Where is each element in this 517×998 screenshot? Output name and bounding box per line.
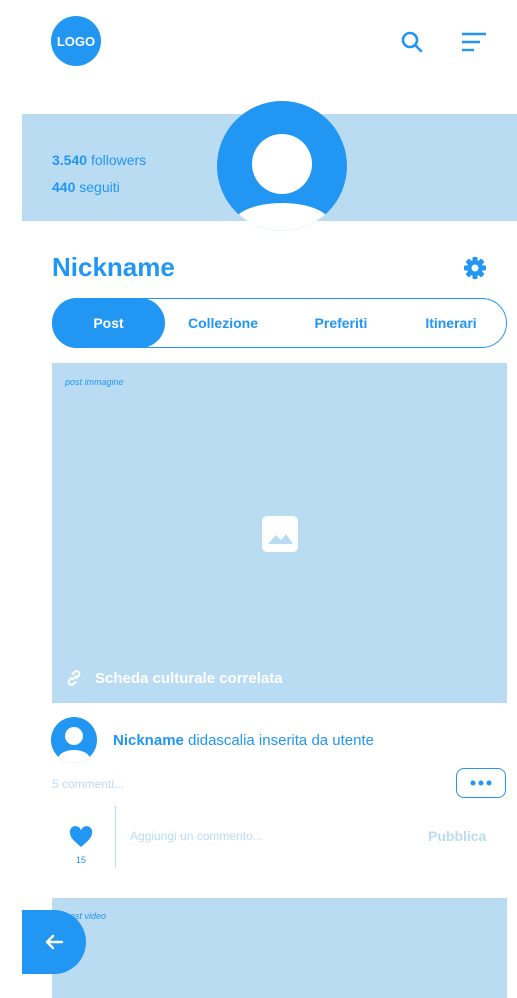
linked-card-link[interactable]: Scheda culturale correlata (65, 669, 283, 687)
logo[interactable]: LOGO (51, 16, 101, 66)
post-image[interactable]: post immagine Scheda culturale correlata (52, 363, 507, 703)
following-stat[interactable]: 440 seguiti (52, 174, 146, 201)
user-icon (58, 727, 90, 763)
divider (115, 806, 116, 868)
post-caption-row: Nickname didascalia inserita da utente (51, 717, 374, 763)
arrow-left-icon (45, 934, 64, 950)
tab-itinerari[interactable]: Itinerari (421, 299, 481, 347)
profile-avatar[interactable] (217, 101, 347, 231)
following-count: 440 (52, 179, 76, 195)
gear-icon[interactable] (462, 255, 488, 281)
like-button[interactable]: 15 (68, 826, 94, 865)
link-icon (67, 670, 81, 686)
profile-stats: 3.540 followers 440 seguiti (52, 147, 146, 201)
comment-input[interactable] (130, 829, 390, 843)
followers-label: followers (90, 152, 147, 168)
image-placeholder-icon (262, 516, 298, 552)
post-caption: Nickname didascalia inserita da utente (113, 732, 374, 749)
post-type-tag: post immagine (65, 377, 124, 387)
back-button[interactable] (22, 910, 86, 974)
menu-icon[interactable] (460, 28, 488, 56)
tab-preferiti[interactable]: Preferiti (306, 299, 376, 347)
more-icon (470, 780, 492, 786)
following-label: seguiti (79, 179, 120, 195)
more-options-button[interactable] (456, 768, 506, 798)
publish-button[interactable]: Pubblica (428, 828, 486, 844)
profile-nickname: Nickname (52, 252, 175, 282)
comments-link[interactable]: 5 commenti... (52, 777, 124, 791)
followers-count: 3.540 (52, 152, 88, 168)
heart-icon (69, 826, 93, 847)
like-count: 15 (75, 855, 86, 865)
linked-card-label: Scheda culturale correlata (95, 669, 283, 687)
search-icon[interactable] (398, 28, 426, 56)
post-caption-text: didascalia inserita da utente (188, 731, 375, 749)
tab-post[interactable]: Post (52, 298, 165, 348)
author-avatar[interactable] (51, 717, 97, 763)
user-icon (234, 134, 330, 231)
profile-tabs: Post Collezione Preferiti Itinerari (52, 298, 507, 348)
tab-collezione[interactable]: Collezione (183, 299, 263, 347)
post-video[interactable]: post video (52, 898, 507, 998)
followers-stat[interactable]: 3.540 followers (52, 147, 146, 174)
post-author[interactable]: Nickname (113, 732, 184, 749)
